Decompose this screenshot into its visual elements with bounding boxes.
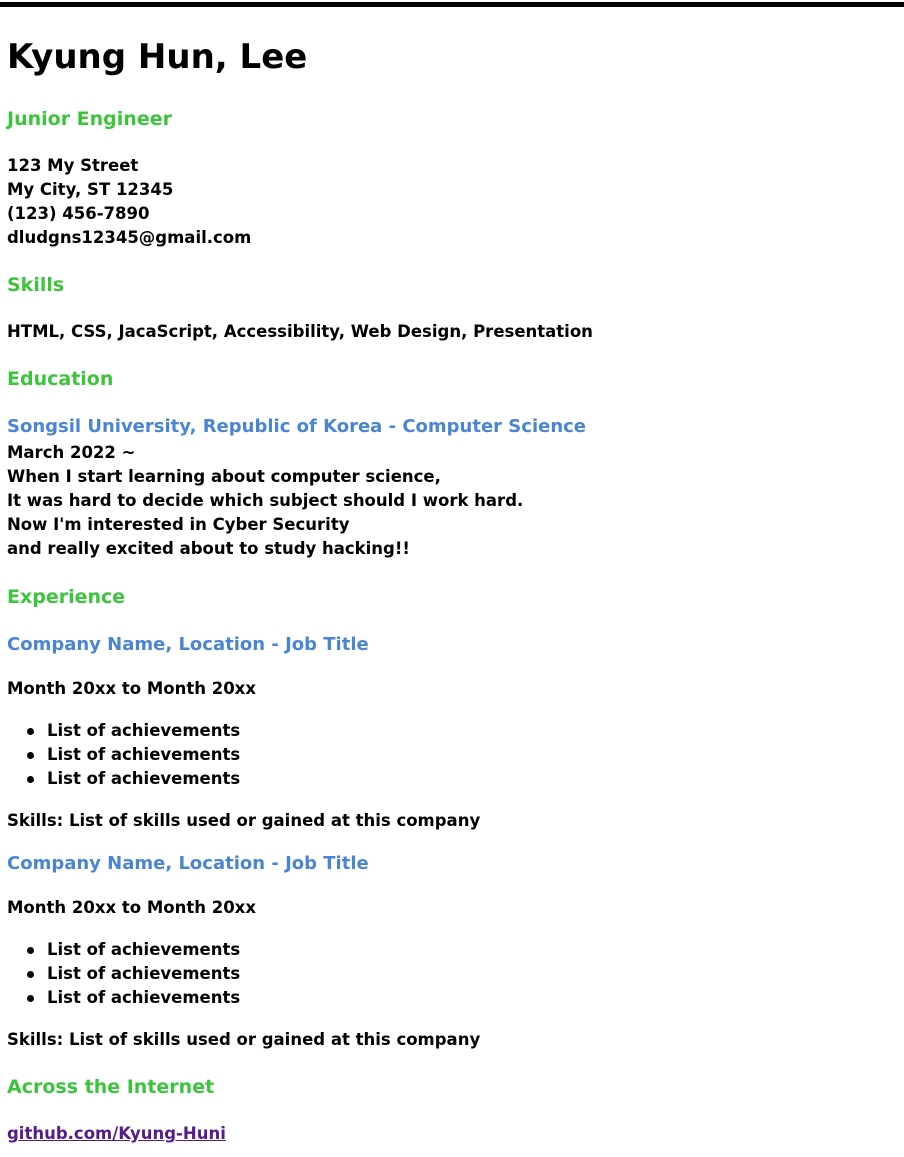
- job-skills: Skills: List of skills used or gained at…: [7, 1030, 481, 1049]
- achievement-item: List of achievements: [7, 743, 240, 767]
- education-date: March 2022 ~: [7, 443, 136, 462]
- contact-city: My City, ST 12345: [7, 180, 174, 199]
- achievement-item: List of achievements: [7, 938, 240, 962]
- achievement-item: List of achievements: [7, 986, 240, 1010]
- job-title: Junior Engineer: [7, 108, 172, 130]
- education-line: When I start learning about computer sci…: [7, 467, 441, 486]
- github-link[interactable]: github.com/Kyung-Huni: [7, 1122, 226, 1146]
- job-skills: Skills: List of skills used or gained at…: [7, 811, 481, 830]
- education-line: It was hard to decide which subject shou…: [7, 491, 524, 510]
- achievement-item: List of achievements: [7, 719, 240, 743]
- person-name: Kyung Hun, Lee: [7, 37, 308, 77]
- contact-street: 123 My Street: [7, 156, 139, 175]
- experience-heading: Experience: [7, 586, 126, 608]
- job-title-heading: Company Name, Location - Job Title: [7, 634, 369, 655]
- achievement-list: List of achievements List of achievement…: [7, 719, 240, 791]
- contact-email: dludgns12345@gmail.com: [7, 228, 252, 247]
- achievement-item: List of achievements: [7, 767, 240, 791]
- education-line: and really excited about to study hackin…: [7, 539, 410, 558]
- education-school: Songsil University, Republic of Korea - …: [7, 416, 587, 437]
- skills-text: HTML, CSS, JacaScript, Accessibility, We…: [7, 322, 593, 341]
- skills-heading: Skills: [7, 274, 65, 296]
- achievement-item: List of achievements: [7, 962, 240, 986]
- internet-heading: Across the Internet: [7, 1076, 215, 1098]
- job-dates: Month 20xx to Month 20xx: [7, 898, 256, 917]
- education-line: Now I'm interested in Cyber Security: [7, 515, 350, 534]
- job-dates: Month 20xx to Month 20xx: [7, 679, 256, 698]
- education-heading: Education: [7, 368, 114, 390]
- job-title-heading: Company Name, Location - Job Title: [7, 853, 369, 874]
- top-rule: [0, 2, 904, 7]
- contact-phone: (123) 456-7890: [7, 204, 150, 223]
- achievement-list: List of achievements List of achievement…: [7, 938, 240, 1010]
